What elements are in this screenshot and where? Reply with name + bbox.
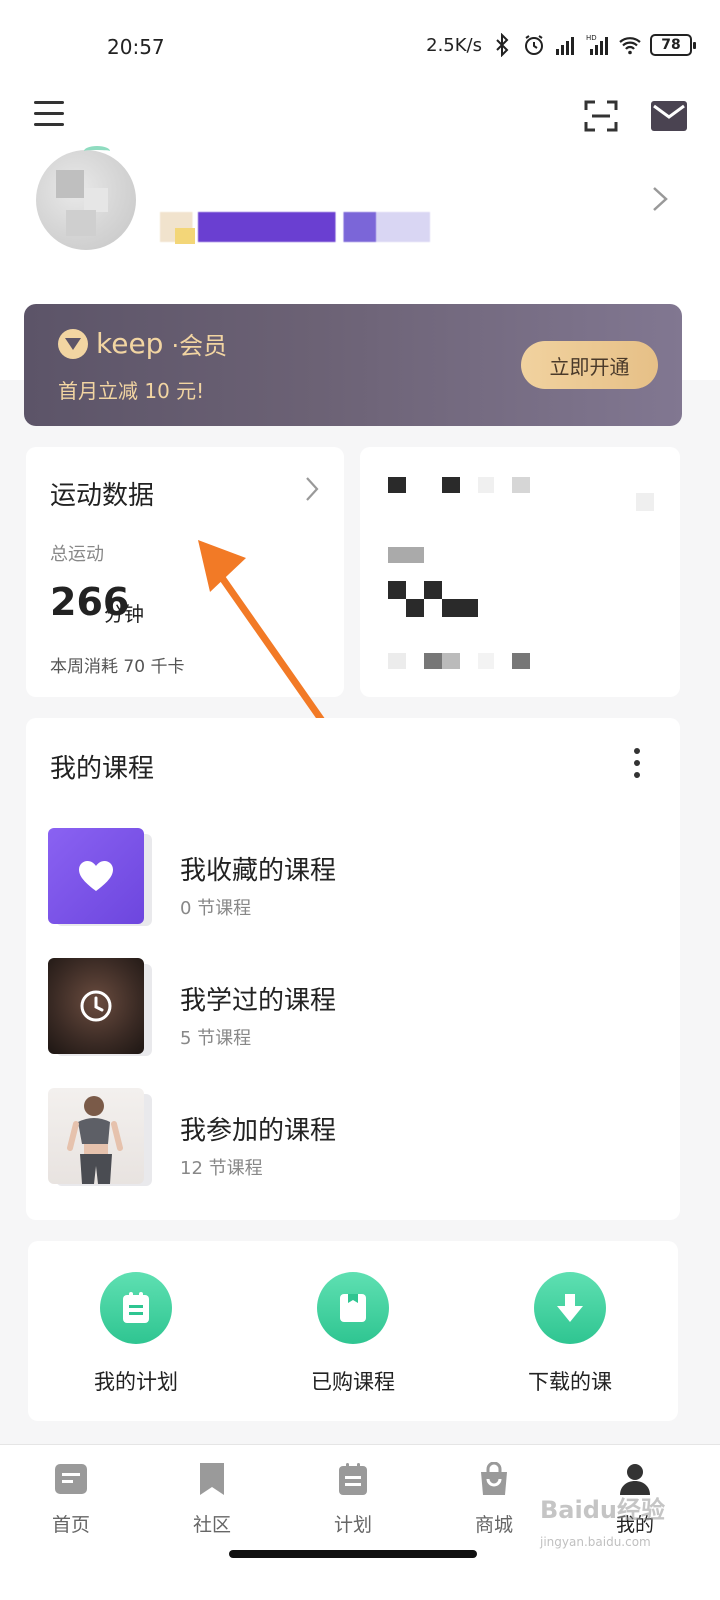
vip-open-button[interactable]: 立即开通 bbox=[521, 341, 658, 389]
clock-icon bbox=[80, 990, 112, 1022]
watermark-subtext: jingyan.baidu.com bbox=[540, 1535, 651, 1549]
vip-promo-text: 首月立减 10 元! bbox=[58, 379, 205, 403]
wifi-icon bbox=[619, 37, 641, 55]
clipboard-icon bbox=[339, 1463, 367, 1495]
vip-logo: keep ·会员 bbox=[58, 326, 227, 361]
course-count: 5 节课程 bbox=[180, 1028, 252, 1049]
scan-icon[interactable] bbox=[584, 100, 618, 132]
course-item-favorites[interactable]: 我收藏的课程 0 节课程 bbox=[48, 828, 668, 928]
hd-signal-icon: HD bbox=[586, 34, 608, 55]
nav-community[interactable]: 社区 bbox=[172, 1462, 252, 1537]
course-name: 我参加的课程 bbox=[180, 1116, 337, 1146]
action-purchased[interactable]: 已购课程 bbox=[273, 1272, 433, 1396]
chevron-right-icon[interactable] bbox=[304, 476, 320, 502]
alarm-icon bbox=[525, 35, 543, 55]
avatar[interactable] bbox=[36, 150, 136, 250]
avatar-progress-ring bbox=[84, 146, 110, 156]
course-name: 我学过的课程 bbox=[180, 986, 337, 1016]
course-item-learned[interactable]: 我学过的课程 5 节课程 bbox=[48, 958, 668, 1058]
watermark-text: Baidu经验 bbox=[540, 1496, 665, 1524]
nav-plan[interactable]: 计划 bbox=[313, 1462, 393, 1537]
signal-icon bbox=[556, 37, 574, 55]
blurred-info-card[interactable] bbox=[360, 447, 680, 697]
download-icon bbox=[534, 1272, 606, 1344]
battery-indicator: 78 bbox=[650, 34, 696, 56]
svg-text:HD: HD bbox=[586, 34, 597, 42]
status-right-group: 2.5K/s HD 78 bbox=[426, 33, 696, 57]
my-courses-title: 我的课程 bbox=[50, 754, 155, 784]
sport-total-label: 总运动 bbox=[50, 544, 104, 565]
sport-data-title: 运动数据 bbox=[50, 481, 155, 511]
action-label: 我的计划 bbox=[94, 1370, 178, 1394]
menu-icon[interactable] bbox=[34, 101, 64, 129]
bookmark-icon bbox=[200, 1463, 224, 1495]
status-time: 20:57 bbox=[107, 35, 165, 59]
nav-label: 社区 bbox=[192, 1514, 231, 1536]
username-blurred-badge bbox=[175, 228, 195, 244]
fitness-photo-thumbnail bbox=[67, 1096, 123, 1184]
course-thumb-learned bbox=[48, 958, 144, 1054]
username-blurred bbox=[160, 212, 430, 242]
net-speed: 2.5K/s bbox=[426, 34, 482, 56]
home-indicator[interactable] bbox=[229, 1550, 477, 1558]
mail-icon[interactable] bbox=[651, 101, 687, 131]
nav-label: 首页 bbox=[51, 1514, 90, 1536]
nav-label: 商城 bbox=[474, 1514, 513, 1536]
course-thumb-favorites bbox=[48, 828, 144, 924]
more-vertical-icon[interactable] bbox=[630, 748, 644, 780]
bluetooth-icon bbox=[496, 33, 509, 57]
course-count: 12 节课程 bbox=[180, 1158, 263, 1179]
action-label: 已购课程 bbox=[311, 1370, 395, 1394]
action-label: 下载的课 bbox=[528, 1370, 612, 1394]
chevron-right-icon[interactable] bbox=[650, 186, 670, 212]
course-thumb-joined bbox=[48, 1088, 144, 1184]
action-my-plan[interactable]: 我的计划 bbox=[56, 1272, 216, 1396]
plan-icon bbox=[100, 1272, 172, 1344]
vip-brand-suffix: ·会员 bbox=[171, 332, 228, 360]
action-downloads[interactable]: 下载的课 bbox=[490, 1272, 650, 1396]
vip-brand: keep bbox=[96, 327, 164, 360]
course-count: 0 节课程 bbox=[180, 898, 252, 919]
bag-icon bbox=[317, 1272, 389, 1344]
heart-icon bbox=[79, 861, 113, 891]
sport-week-calories: 本周消耗 70 千卡 bbox=[50, 657, 185, 677]
nav-home[interactable]: 首页 bbox=[31, 1462, 111, 1537]
nav-label: 计划 bbox=[333, 1514, 372, 1536]
course-item-joined[interactable]: 我参加的课程 12 节课程 bbox=[48, 1088, 668, 1188]
sport-total-unit: 分钟 bbox=[104, 602, 144, 626]
nav-shop[interactable]: 商城 bbox=[454, 1461, 534, 1537]
home-icon bbox=[55, 1464, 87, 1494]
battery-level: 78 bbox=[661, 37, 681, 53]
keep-logo-icon bbox=[58, 328, 88, 359]
course-name: 我收藏的课程 bbox=[180, 856, 337, 886]
shop-bag-icon bbox=[481, 1461, 507, 1495]
